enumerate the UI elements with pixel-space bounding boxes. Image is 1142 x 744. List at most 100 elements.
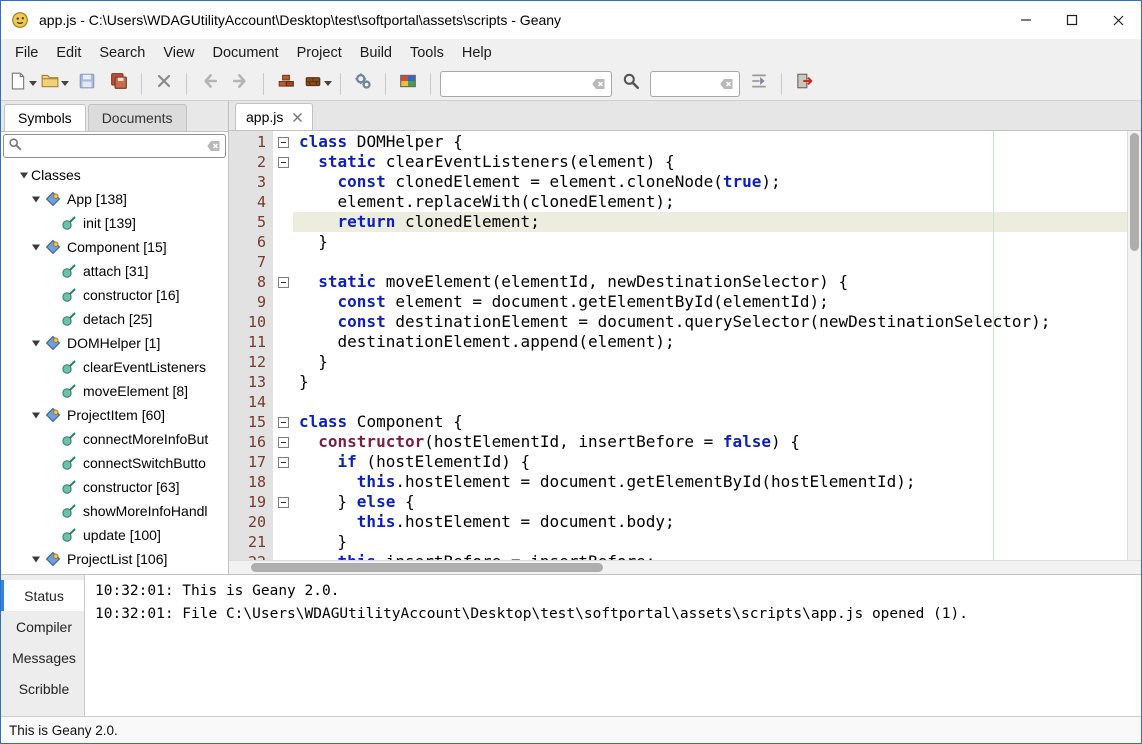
fold-cell[interactable] [273,412,293,432]
code-line-13[interactable]: } [293,372,1127,392]
tree-item-connectswitchbutto[interactable]: connectSwitchButto [1,451,228,475]
chevron-down-icon[interactable] [61,80,69,87]
line-number[interactable]: 4 [229,192,273,212]
expander-icon[interactable] [29,338,43,348]
fold-toggle-icon[interactable] [277,496,289,508]
fold-cell[interactable] [273,132,293,152]
fold-cell[interactable] [273,512,293,532]
menu-help[interactable]: Help [453,39,501,67]
tree-item-connectmoreinfobut[interactable]: connectMoreInfoBut [1,427,228,451]
line-number[interactable]: 8 [229,272,273,292]
code-line-2[interactable]: static clearEventListeners(element) { [293,152,1127,172]
compile-button[interactable] [271,70,301,98]
fold-toggle-icon[interactable] [277,136,289,148]
tree-item-constructor[interactable]: constructor [63] [1,475,228,499]
line-number[interactable]: 15 [229,412,273,432]
code-line-21[interactable]: } [293,532,1127,552]
search-input[interactable] [446,76,587,91]
message-tab-scribble[interactable]: Scribble [1,673,84,704]
fold-cell[interactable] [273,292,293,312]
line-number[interactable]: 7 [229,252,273,272]
code-line-9[interactable]: const element = document.getElementById(… [293,292,1127,312]
editor-vertical-scrollbar[interactable] [1127,131,1141,560]
tab-symbols[interactable]: Symbols [4,104,86,131]
build-button[interactable] [303,70,333,98]
goto-line-button[interactable] [744,70,774,98]
code-line-14[interactable] [293,392,1127,412]
line-number[interactable]: 12 [229,352,273,372]
fold-cell[interactable] [273,152,293,172]
code-line-22[interactable]: this.insertBefore = insertBefore; [293,552,1127,560]
message-tab-status[interactable]: Status [1,580,84,611]
run-button[interactable] [348,70,378,98]
symbol-search-input[interactable] [22,138,202,154]
tree-item-projectitem[interactable]: ProjectItem [60] [1,403,228,427]
menu-build[interactable]: Build [351,39,401,67]
tab-appjs[interactable]: app.js [235,103,314,130]
close-button[interactable] [1095,1,1141,39]
menu-search[interactable]: Search [90,39,154,67]
code-line-17[interactable]: if (hostElementId) { [293,452,1127,472]
tree-item-component[interactable]: Component [15] [1,235,228,259]
fold-cell[interactable] [273,452,293,472]
line-number[interactable]: 14 [229,392,273,412]
line-number[interactable]: 20 [229,512,273,532]
fold-cell[interactable] [273,252,293,272]
close-document-button[interactable] [149,70,179,98]
code-line-8[interactable]: static moveElement(elementId, newDestina… [293,272,1127,292]
expander-icon[interactable] [29,194,43,204]
tree-item-showmoreinfohandl[interactable]: showMoreInfoHandl [1,499,228,523]
color-chooser-button[interactable] [393,70,423,98]
tab-close-icon[interactable] [293,109,303,125]
clear-text-icon[interactable] [206,140,221,152]
code-line-4[interactable]: element.replaceWith(clonedElement); [293,192,1127,212]
tree-item-detach[interactable]: detach [25] [1,307,228,331]
fold-toggle-icon[interactable] [277,156,289,168]
menu-view[interactable]: View [154,39,203,67]
tree-item-update[interactable]: update [100] [1,523,228,547]
line-numbers[interactable]: 12345678910111213141516171819202122 [229,131,273,560]
fold-cell[interactable] [273,472,293,492]
tree-item-init[interactable]: init [139] [1,211,228,235]
message-tab-compiler[interactable]: Compiler [1,611,84,642]
minimize-button[interactable] [1003,1,1049,39]
fold-cell[interactable] [273,372,293,392]
save-all-button[interactable] [104,70,134,98]
code-line-11[interactable]: destinationElement.append(element); [293,332,1127,352]
fold-cell[interactable] [273,392,293,412]
line-number[interactable]: 19 [229,492,273,512]
code-line-16[interactable]: constructor(hostElementId, insertBefore … [293,432,1127,452]
fold-cell[interactable] [273,172,293,192]
expander-icon[interactable] [29,554,43,564]
menu-file[interactable]: File [6,39,47,67]
menu-tools[interactable]: Tools [401,39,453,67]
menu-document[interactable]: Document [204,39,288,67]
fold-toggle-icon[interactable] [277,416,289,428]
line-number[interactable]: 11 [229,332,273,352]
code-line-19[interactable]: } else { [293,492,1127,512]
tree-item-classes[interactable]: Classes [1,163,228,187]
tab-documents[interactable]: Documents [87,104,187,131]
code-line-20[interactable]: this.hostElement = document.body; [293,512,1127,532]
fold-toggle-icon[interactable] [277,276,289,288]
code-line-1[interactable]: class DOMHelper { [293,132,1127,152]
code-line-7[interactable] [293,252,1127,272]
tree-item-cleareventlisteners[interactable]: clearEventListeners [1,355,228,379]
line-number[interactable]: 5 [229,212,273,232]
code-line-15[interactable]: class Component { [293,412,1127,432]
line-number[interactable]: 2 [229,152,273,172]
fold-cell[interactable] [273,312,293,332]
navigate-back-button[interactable] [194,70,224,98]
code-line-3[interactable]: const clonedElement = element.cloneNode(… [293,172,1127,192]
expander-icon[interactable] [17,170,31,180]
navigate-forward-button[interactable] [226,70,256,98]
fold-cell[interactable] [273,272,293,292]
code-line-6[interactable]: } [293,232,1127,252]
tree-item-moveelement[interactable]: moveElement [8] [1,379,228,403]
line-number[interactable]: 9 [229,292,273,312]
fold-cell[interactable] [273,332,293,352]
menu-project[interactable]: Project [288,39,351,67]
fold-cell[interactable] [273,352,293,372]
expander-icon[interactable] [29,410,43,420]
code-line-10[interactable]: const destinationElement = document.quer… [293,312,1127,332]
